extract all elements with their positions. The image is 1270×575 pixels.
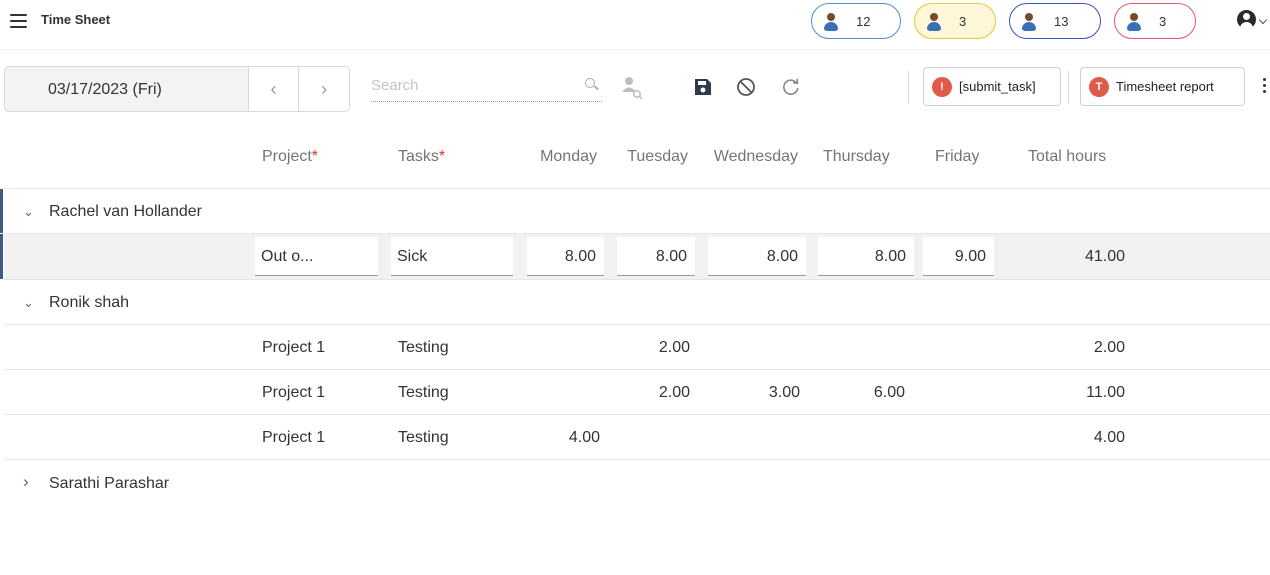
chevron-right-icon[interactable]: › (23, 472, 29, 492)
grid-header: Project* Tasks* Monday Tuesday Wednesday… (4, 127, 1270, 189)
app-title: Time Sheet (41, 12, 111, 27)
badge-count: 3 (959, 13, 967, 29)
search-icon[interactable] (585, 78, 595, 88)
wednesday-cell[interactable]: 3.00 (704, 384, 800, 402)
group-name: Ronik shah (49, 294, 130, 311)
tuesday-cell[interactable]: 2.00 (614, 384, 690, 402)
next-week-button[interactable]: › (298, 67, 349, 111)
project-cell[interactable]: Project 1 (262, 429, 325, 447)
column-header-total-hours[interactable]: Total hours (1028, 148, 1106, 166)
group-row-ronik[interactable]: ⌄ Ronik shah (4, 280, 1270, 325)
user-search-icon[interactable] (621, 75, 645, 101)
total-hours-value: 11.00 (1086, 384, 1125, 401)
column-header-monday[interactable]: Monday (529, 148, 597, 166)
badge-count: 3 (1159, 13, 1167, 29)
chevron-down-icon[interactable]: ⌄ (23, 204, 34, 220)
search-input[interactable] (371, 72, 571, 98)
team-avatar-icon (923, 10, 945, 32)
project-cell[interactable]: Project 1 (262, 339, 325, 357)
table-row[interactable]: Project 1 Testing 2.00 2.00 (4, 325, 1270, 370)
total-hours-value: 4.00 (1093, 429, 1125, 446)
team-avatar-icon (1123, 10, 1145, 32)
save-icon[interactable] (694, 78, 712, 96)
team-avatar-icon (1018, 10, 1040, 32)
cancel-icon[interactable] (736, 77, 756, 97)
team-badge-3[interactable]: 13 (1009, 3, 1101, 39)
column-header-thursday[interactable]: Thursday (823, 148, 890, 166)
app-header: Time Sheet 12 3 13 3 (0, 0, 1270, 50)
chevron-down-icon[interactable]: ⌄ (23, 295, 34, 311)
monday-hours-input[interactable]: 8.00 (527, 237, 604, 276)
report-icon: T (1089, 76, 1109, 97)
total-hours-value: 2.00 (1093, 339, 1125, 356)
date-picker[interactable]: 03/17/2023 (Fri) ‹ › (4, 66, 350, 112)
group-row-rachel[interactable]: ⌄ Rachel van Hollander (0, 189, 1270, 234)
task-cell[interactable]: Testing (398, 339, 449, 357)
project-cell-input[interactable]: Out o... (255, 237, 378, 276)
team-avatar-icon (820, 10, 842, 32)
thursday-cell[interactable]: 6.00 (814, 384, 905, 402)
user-account-icon[interactable] (1237, 10, 1256, 29)
tuesday-hours-input[interactable]: 8.00 (617, 237, 695, 276)
column-header-tuesday[interactable]: Tuesday (618, 148, 688, 166)
team-badge-1[interactable]: 12 (811, 3, 901, 39)
column-header-project[interactable]: Project* (262, 148, 318, 166)
refresh-icon[interactable] (781, 77, 801, 97)
monday-cell[interactable]: 4.00 (524, 429, 600, 447)
column-header-wednesday[interactable]: Wednesday (711, 148, 798, 166)
total-hours-value: 41.00 (1084, 248, 1125, 265)
task-cell[interactable]: Testing (398, 384, 449, 402)
friday-hours-input[interactable]: 9.00 (923, 237, 994, 276)
submit-task-label: [submit_task] (959, 79, 1036, 94)
table-row[interactable]: Project 1 Testing 2.00 3.00 6.00 11.00 (4, 370, 1270, 415)
search-box[interactable] (371, 72, 602, 102)
group-name: Sarathi Parashar (49, 475, 170, 492)
group-row-sarathi[interactable]: › Sarathi Parashar (4, 461, 1270, 506)
submit-task-button[interactable]: ! [submit_task] (923, 67, 1061, 106)
task-cell[interactable]: Testing (398, 429, 449, 447)
table-row-editing[interactable]: Out o... Sick 8.00 8.00 8.00 8.00 9.00 4… (0, 234, 1270, 280)
timesheet-grid: Project* Tasks* Monday Tuesday Wednesday… (0, 127, 1270, 575)
toolbar-divider (1068, 71, 1069, 103)
date-value[interactable]: 03/17/2023 (Fri) (5, 67, 248, 111)
badge-count: 13 (1054, 13, 1069, 29)
toolbar-divider (908, 71, 909, 103)
group-name: Rachel van Hollander (49, 203, 202, 220)
thursday-hours-input[interactable]: 8.00 (818, 237, 914, 276)
task-cell-input[interactable]: Sick (391, 237, 513, 276)
timesheet-report-button[interactable]: T Timesheet report (1080, 67, 1245, 106)
wednesday-hours-input[interactable]: 8.00 (708, 237, 806, 276)
alert-icon: ! (932, 76, 952, 97)
chevron-down-icon[interactable] (1258, 15, 1268, 25)
team-badge-2[interactable]: 3 (914, 3, 996, 39)
project-cell[interactable]: Project 1 (262, 384, 325, 402)
column-header-tasks[interactable]: Tasks* (398, 148, 445, 166)
timesheet-report-label: Timesheet report (1116, 79, 1214, 94)
previous-week-button[interactable]: ‹ (247, 67, 299, 111)
badge-count: 12 (856, 13, 871, 29)
team-badge-4[interactable]: 3 (1114, 3, 1196, 39)
tuesday-cell[interactable]: 2.00 (614, 339, 690, 357)
menu-icon[interactable] (10, 14, 27, 28)
table-row[interactable]: Project 1 Testing 4.00 4.00 (4, 415, 1270, 460)
more-options-icon[interactable] (1263, 78, 1267, 96)
column-header-friday[interactable]: Friday (935, 148, 979, 166)
